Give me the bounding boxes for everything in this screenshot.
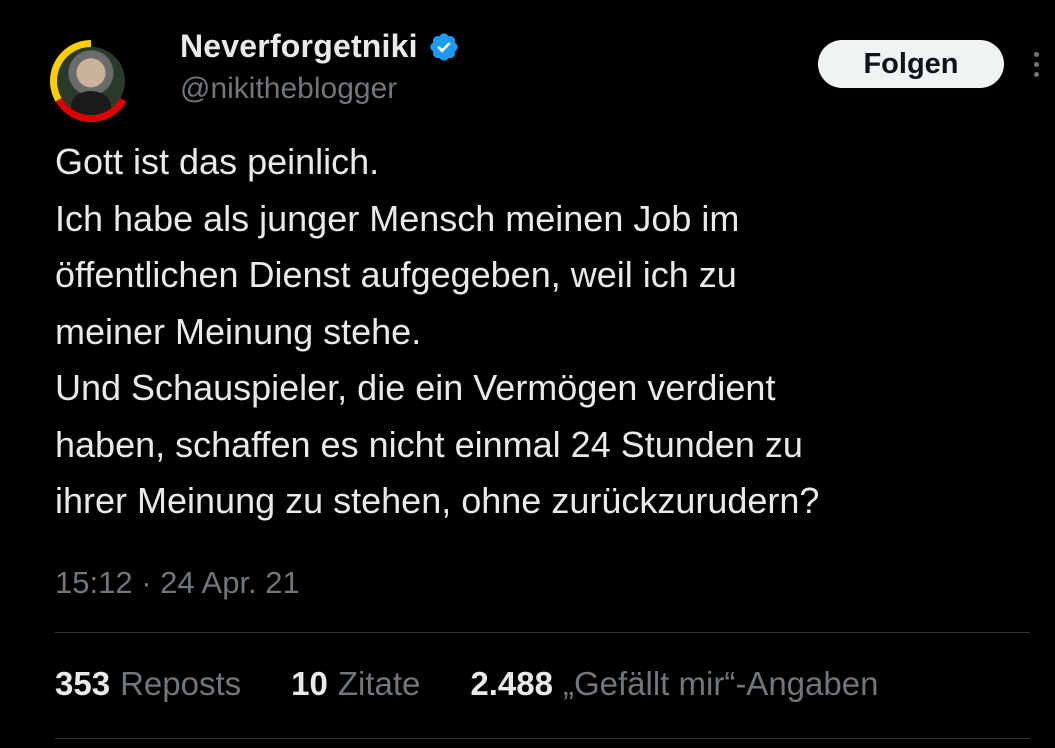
tweet-text-line: Ich habe als junger Mensch meinen Job im (55, 197, 740, 239)
tweet-time: 15:12 (55, 565, 133, 600)
avatar-photo (57, 47, 125, 115)
tweet-text-line: meiner Meinung stehe. (55, 310, 422, 352)
tweet-text-line: Gott ist das peinlich. (55, 141, 380, 182)
reposts-label: Reposts (120, 665, 242, 702)
reposts-count: 353 (55, 665, 111, 702)
tweet-text: Gott ist das peinlich. Ich habe als jung… (55, 134, 1035, 530)
author-name-row: Neverforgetniki (180, 28, 460, 65)
engagement-stats: 353 Reposts 10 Zitate 2.488 „Gefällt mir… (55, 665, 928, 703)
divider (55, 738, 1030, 739)
more-vertical-icon-dot (1033, 61, 1039, 67)
timestamp-separator: · (132, 565, 161, 600)
more-vertical-icon-dot (1033, 71, 1039, 77)
divider (55, 632, 1030, 633)
more-options-button[interactable] (1028, 46, 1044, 82)
likes-stat[interactable]: 2.488 „Gefällt mir“-Angaben (470, 665, 878, 703)
avatar[interactable] (50, 40, 132, 122)
follow-button[interactable]: Folgen (818, 40, 1004, 88)
likes-label: „Gefällt mir“-Angaben (562, 665, 879, 702)
tweet-text-line: Und Schauspieler, die ein Vermögen verdi… (55, 367, 776, 408)
verified-badge-icon (430, 32, 458, 61)
tweet-text-line: haben, schaffen es nicht einmal 24 Stund… (55, 423, 803, 465)
quotes-count: 10 (291, 665, 328, 702)
author-handle[interactable]: @nikitheblogger (180, 72, 397, 106)
tweet-timestamp[interactable]: 15:12 · 24 Apr. 21 (55, 565, 300, 601)
quotes-stat[interactable]: 10 Zitate (291, 665, 420, 703)
tweet-date: 24 Apr. 21 (160, 565, 300, 600)
tweet-text-line: ihrer Meinung zu stehen, ohne zurückzuru… (55, 480, 820, 521)
tweet-text-line: öffentlichen Dienst aufgegeben, weil ich… (55, 254, 737, 295)
author-display-name[interactable]: Neverforgetniki (180, 28, 418, 65)
reposts-stat[interactable]: 353 Reposts (55, 665, 241, 703)
more-vertical-icon-dot (1033, 51, 1039, 57)
likes-count: 2.488 (470, 665, 553, 702)
quotes-label: Zitate (337, 665, 421, 702)
